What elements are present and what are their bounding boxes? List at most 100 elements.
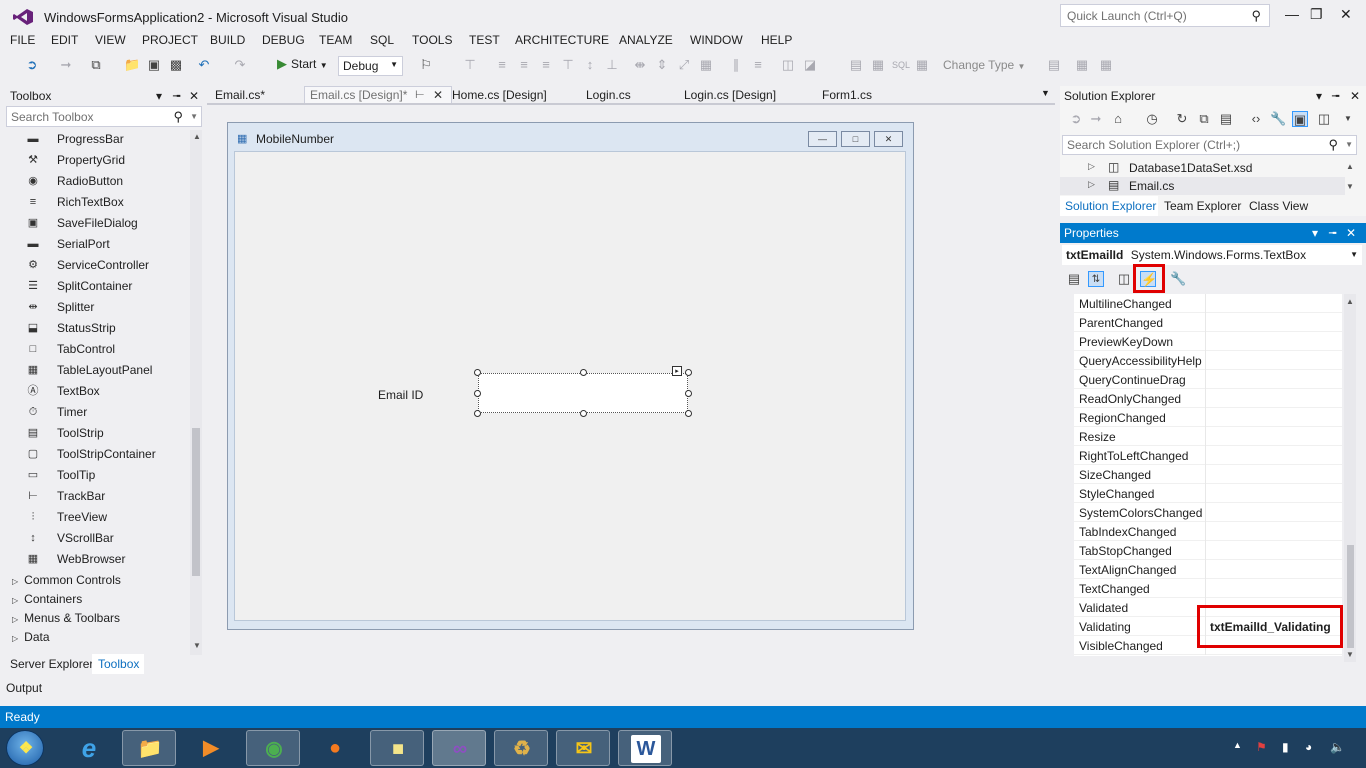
pin-icon[interactable]: ⊢ <box>415 88 425 101</box>
toolbox-scrollbar-thumb[interactable] <box>192 428 200 576</box>
toolbox-item-radiobutton[interactable]: ◉ RadioButton <box>0 171 190 192</box>
solution-explorer-search-input[interactable]: Search Solution Explorer (Ctrl+;) ⚲ ▼ <box>1062 135 1357 155</box>
property-value[interactable] <box>1205 503 1342 522</box>
sticky-notes-icon[interactable]: ■ <box>370 730 424 766</box>
class-diagram-icon[interactable]: ◫ <box>1316 111 1332 127</box>
scroll-up-icon[interactable]: ▲ <box>1346 297 1354 306</box>
messenger-icon[interactable]: ✉ <box>556 730 610 766</box>
make-same-width-icon[interactable]: ⇼ <box>632 57 648 73</box>
toolbox-item-vscrollbar[interactable]: ↕ VScrollBar <box>0 528 190 549</box>
redo-icon[interactable]: ↷ <box>232 57 248 73</box>
property-row-righttoleftchanged[interactable]: RightToLeftChanged <box>1074 446 1342 465</box>
property-value[interactable] <box>1205 313 1342 332</box>
form-close-button[interactable]: ✕ <box>874 131 903 147</box>
tree-item-email-cs[interactable]: ▷ ▤ Email.cs <box>1060 177 1345 195</box>
open-file-icon[interactable]: 📁 <box>124 57 140 73</box>
close-icon[interactable]: ✕ <box>1350 89 1360 103</box>
horizontal-spacing-icon[interactable]: ∥ <box>728 57 744 73</box>
forward-icon[interactable]: ➞ <box>1088 111 1104 127</box>
attach-icon[interactable]: ⚐ <box>418 57 434 73</box>
menu-test[interactable]: TEST <box>469 33 500 47</box>
view-code-icon[interactable]: ‹› <box>1248 111 1264 127</box>
chevron-down-icon[interactable]: ▼ <box>1340 111 1356 127</box>
property-row-parentchanged[interactable]: ParentChanged <box>1074 313 1342 332</box>
resize-handle[interactable] <box>685 410 692 417</box>
chevron-down-icon[interactable]: ▾ <box>1316 89 1322 103</box>
tab-form1-cs[interactable]: Form1.cs <box>822 88 872 102</box>
tab-server-explorer[interactable]: Server Explorer <box>10 657 93 671</box>
vertical-spacing-icon[interactable]: ≡ <box>750 57 766 73</box>
property-row-textchanged[interactable]: TextChanged <box>1074 579 1342 598</box>
close-icon[interactable]: ✕ <box>1346 226 1356 240</box>
sql-icon[interactable]: SQL <box>892 57 910 73</box>
chevron-down-icon[interactable]: ▼ <box>190 112 198 121</box>
chevron-down-icon[interactable]: ▾ <box>1312 226 1318 240</box>
toolbox-item-splitcontainer[interactable]: ☰ SplitContainer <box>0 276 190 297</box>
property-value[interactable] <box>1205 560 1342 579</box>
property-value[interactable] <box>1205 427 1342 446</box>
toolbox-item-splitter[interactable]: ⇹ Splitter <box>0 297 190 318</box>
tab-toolbox[interactable]: Toolbox <box>92 654 144 674</box>
toolbox-item-trackbar[interactable]: ⊢ TrackBar <box>0 486 190 507</box>
resize-handle[interactable] <box>685 390 692 397</box>
align-tops-icon[interactable]: ⊤ <box>560 57 576 73</box>
toolbox-item-servicecontroller[interactable]: ⚙ ServiceController <box>0 255 190 276</box>
send-to-back-icon[interactable]: ◪ <box>802 57 818 73</box>
property-value[interactable] <box>1205 484 1342 503</box>
save-all-icon[interactable]: ▩ <box>168 57 184 73</box>
property-value[interactable] <box>1205 408 1342 427</box>
refresh-icon[interactable]: ↻ <box>1174 111 1190 127</box>
close-icon[interactable]: ✕ <box>189 89 199 103</box>
property-row-tabstopchanged[interactable]: TabStopChanged <box>1074 541 1342 560</box>
property-value[interactable] <box>1205 370 1342 389</box>
new-project-icon[interactable]: ⧉ <box>88 57 104 73</box>
resize-handle[interactable] <box>580 410 587 417</box>
property-row-sizechanged[interactable]: SizeChanged <box>1074 465 1342 484</box>
align-bottoms-icon[interactable]: ⊥ <box>604 57 620 73</box>
output-tab[interactable]: Output <box>0 678 1366 698</box>
property-row-previewkeydown[interactable]: PreviewKeyDown <box>1074 332 1342 351</box>
tab-email-cs[interactable]: Email.cs* <box>215 88 265 102</box>
properties-icon[interactable]: ◫ <box>1116 271 1132 287</box>
toolbox-item-webbrowser[interactable]: ▦ WebBrowser <box>0 549 190 570</box>
grid-layout-icon[interactable]: ▦ <box>1074 57 1090 73</box>
property-row-systemcolorschanged[interactable]: SystemColorsChanged <box>1074 503 1342 522</box>
home-icon[interactable]: ⌂ <box>1110 111 1126 127</box>
tab-overflow-icon[interactable]: ▼ <box>1041 88 1050 98</box>
scroll-up-icon[interactable]: ▲ <box>193 132 201 141</box>
property-value[interactable] <box>1205 541 1342 560</box>
expand-arrow-icon[interactable]: ▷ <box>12 596 18 605</box>
chevron-down-icon[interactable]: ▼ <box>1345 140 1353 149</box>
restore-button[interactable]: ❐ <box>1310 6 1323 23</box>
tab-email-cs-design[interactable]: Email.cs [Design]* ⊢ ✕ <box>304 86 452 104</box>
align-centers-icon[interactable]: ≡ <box>516 57 532 73</box>
property-row-regionchanged[interactable]: RegionChanged <box>1074 408 1342 427</box>
toolbox-item-tabcontrol[interactable]: □ TabControl <box>0 339 190 360</box>
close-icon[interactable]: ✕ <box>433 88 443 102</box>
menu-analyze[interactable]: ANALYZE <box>619 33 673 47</box>
menu-view[interactable]: VIEW <box>95 33 126 47</box>
view-designer-icon[interactable]: ▣ <box>1292 111 1308 127</box>
quick-launch-input[interactable]: Quick Launch (Ctrl+Q) ⚲ <box>1060 4 1270 27</box>
align-to-grid-icon[interactable]: ⊤ <box>462 57 478 73</box>
property-row-stylechanged[interactable]: StyleChanged <box>1074 484 1342 503</box>
chrome-icon[interactable]: ◉ <box>246 730 300 766</box>
resize-handle[interactable] <box>685 369 692 376</box>
solution-configuration-dropdown[interactable]: Debug ▼ <box>338 56 403 76</box>
toolbox-search-input[interactable]: Search Toolbox ⚲ ▼ <box>6 106 202 127</box>
menu-debug[interactable]: DEBUG <box>262 33 305 47</box>
property-row-querycontinuedrag[interactable]: QueryContinueDrag <box>1074 370 1342 389</box>
size-to-grid-icon[interactable]: ▦ <box>698 57 714 73</box>
expand-arrow-icon[interactable]: ▷ <box>12 634 18 643</box>
toolbox-item-treeview[interactable]: ⫶ TreeView <box>0 507 190 528</box>
tab-solution-explorer[interactable]: Solution Explorer <box>1065 199 1156 213</box>
firefox-icon[interactable]: ● <box>308 730 362 766</box>
undo-icon[interactable]: ↶ <box>196 57 212 73</box>
scroll-down-icon[interactable]: ▼ <box>193 641 201 650</box>
pending-changes-icon[interactable]: ◷ <box>1144 111 1160 127</box>
tab-home-cs-design[interactable]: Home.cs [Design] <box>452 88 547 102</box>
menu-architecture[interactable]: ARCHITECTURE <box>515 33 609 47</box>
tab-class-view[interactable]: Class View <box>1249 199 1308 213</box>
pin-icon[interactable]: ╼ <box>173 89 180 103</box>
align-middles-icon[interactable]: ↕ <box>582 57 598 73</box>
